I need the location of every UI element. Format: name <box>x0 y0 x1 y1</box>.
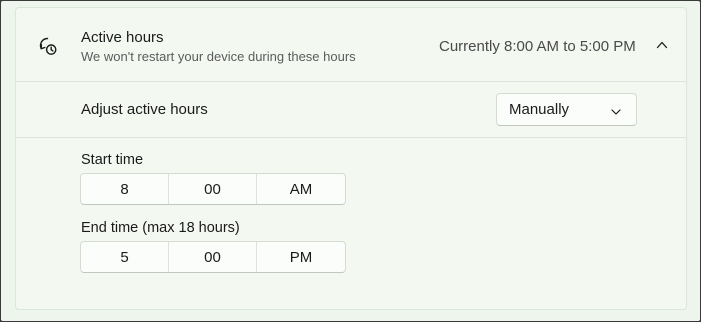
start-time-picker[interactable]: 8 00 AM <box>80 173 346 205</box>
end-hour-field[interactable]: 5 <box>81 242 169 272</box>
adjust-active-hours-label: Adjust active hours <box>81 101 208 118</box>
start-minute-field[interactable]: 00 <box>169 174 257 204</box>
end-period-field[interactable]: PM <box>257 242 345 272</box>
active-hours-status: Currently 8:00 AM to 5:00 PM <box>439 38 636 55</box>
start-time-label: Start time <box>81 152 144 168</box>
settings-window: Active hours We won't restart your devic… <box>1 1 700 321</box>
clock-refresh-icon <box>38 36 58 56</box>
adjust-mode-value: Manually <box>509 101 570 118</box>
end-minute-field[interactable]: 00 <box>169 242 257 272</box>
chevron-up-icon[interactable] <box>655 38 669 52</box>
chevron-down-icon <box>610 105 622 117</box>
active-hours-header[interactable]: Active hours We won't restart your devic… <box>16 8 686 82</box>
start-period-field[interactable]: AM <box>257 174 345 204</box>
adjust-active-hours-row: Adjust active hours Manually <box>16 82 686 138</box>
start-hour-field[interactable]: 8 <box>81 174 169 204</box>
adjust-mode-dropdown[interactable]: Manually <box>496 93 637 126</box>
active-hours-title: Active hours <box>81 29 164 46</box>
active-hours-card: Active hours We won't restart your devic… <box>15 7 687 310</box>
end-time-label: End time (max 18 hours) <box>81 220 240 236</box>
active-hours-subtitle: We won't restart your device during thes… <box>81 49 356 64</box>
end-time-picker[interactable]: 5 00 PM <box>80 241 346 273</box>
